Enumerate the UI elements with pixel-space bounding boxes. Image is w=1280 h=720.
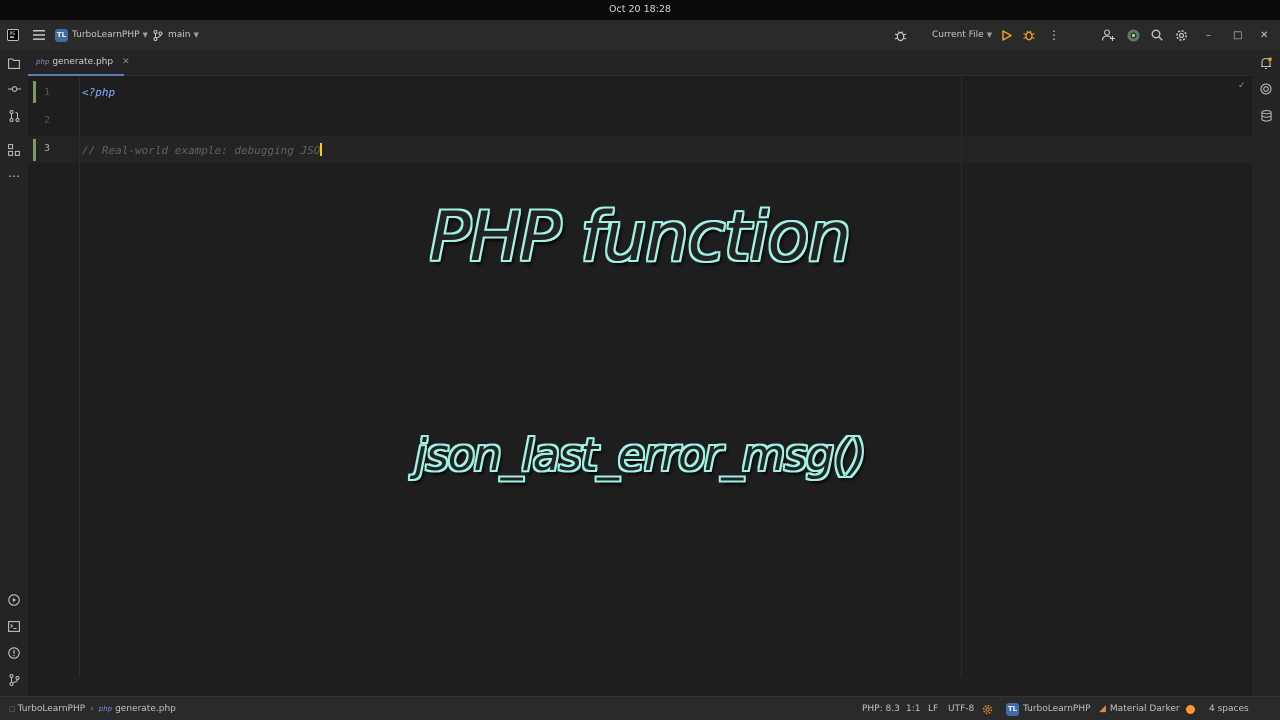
project-name: TurboLearnPHP xyxy=(1023,704,1091,714)
right-tool-strip xyxy=(1252,50,1280,696)
structure-icon[interactable] xyxy=(0,141,28,159)
chevron-down-icon: ▼ xyxy=(193,31,199,39)
orange-status-icon xyxy=(1186,704,1195,714)
status-bar: ▢ TurboLearnPHP › php generate.php PHP: … xyxy=(0,696,1280,720)
folder-icon[interactable] xyxy=(0,54,28,72)
run-config-label: Current File xyxy=(932,30,984,40)
notifications-icon[interactable] xyxy=(1252,54,1280,72)
chevron-right-icon: › xyxy=(90,704,94,714)
indent-setting[interactable]: 4 spaces xyxy=(1209,697,1249,720)
code-editor[interactable]: 1 2 3 <?php // Real-world example: debug… xyxy=(28,77,1252,696)
line-number: 3 xyxy=(43,143,50,154)
line-number: 2 xyxy=(43,115,50,126)
php-file-icon: php xyxy=(36,58,50,66)
project-badge: TL xyxy=(1006,702,1019,716)
php-file-icon: php xyxy=(98,705,113,713)
project-switcher[interactable]: TL TurboLearnPHP ▼ xyxy=(55,20,148,50)
ai-assistant-icon[interactable] xyxy=(1252,80,1280,98)
branch-switcher[interactable]: main ▼ xyxy=(153,20,199,50)
search-icon[interactable] xyxy=(1151,20,1163,50)
line-separator[interactable]: LF xyxy=(928,697,938,720)
problems-icon[interactable] xyxy=(0,644,28,662)
database-icon[interactable] xyxy=(1252,107,1280,125)
text-caret xyxy=(320,143,323,156)
pull-requests-icon[interactable] xyxy=(0,107,28,125)
left-tool-strip: ⋯ xyxy=(0,50,28,696)
branch-name: main xyxy=(168,30,191,40)
branch-icon xyxy=(153,29,163,41)
more-tools-icon[interactable]: ⋯ xyxy=(0,167,28,185)
code-line-comment[interactable]: // Real-world example: debugging JSO xyxy=(82,143,323,157)
minimize-button[interactable]: – xyxy=(1206,20,1211,50)
project-badge: TL xyxy=(55,28,68,42)
project-indicator[interactable]: TL TurboLearnPHP xyxy=(1006,697,1091,720)
chevron-down-icon: ▼ xyxy=(986,31,993,39)
breadcrumb: ▢ TurboLearnPHP › php generate.php xyxy=(9,697,176,720)
material-theme-icon: ◢ xyxy=(1099,704,1106,714)
close-window-button[interactable]: ✕ xyxy=(1260,20,1268,50)
system-clock: Oct 20 18:28 xyxy=(609,4,671,15)
services-icon[interactable] xyxy=(0,591,28,609)
code-style-gear-icon[interactable] xyxy=(982,697,993,720)
theme-name: Material Darker xyxy=(1109,704,1180,714)
project-name: TurboLearnPHP xyxy=(72,30,140,40)
add-user-icon[interactable] xyxy=(1102,20,1115,50)
main-menu-icon[interactable] xyxy=(33,20,45,50)
chevron-down-icon: ▼ xyxy=(142,31,148,39)
overlay-function-name: json_last_error_msg() xyxy=(414,430,867,481)
breadcrumb-file[interactable]: generate.php xyxy=(115,704,176,714)
right-margin-guide xyxy=(961,77,962,677)
terminal-icon[interactable] xyxy=(0,617,28,635)
ide-title-bar: PS TL TurboLearnPHP ▼ main ▼ Current Fil… xyxy=(0,20,1280,50)
app-logo-icon[interactable]: PS xyxy=(7,20,19,50)
svg-text:PS: PS xyxy=(10,31,16,37)
theme-indicator[interactable]: ◢ Material Darker xyxy=(1099,697,1180,720)
editor-tab-bar: php generate.php ✕ xyxy=(28,50,1252,76)
debug-button[interactable] xyxy=(1023,20,1035,50)
tab-generate-php[interactable]: php generate.php ✕ xyxy=(28,50,130,76)
run-config-selector[interactable]: Current File ▼ xyxy=(932,20,992,50)
php-version[interactable]: PHP: 8.3 xyxy=(862,697,900,720)
status-dot[interactable] xyxy=(1186,697,1195,720)
close-tab-icon[interactable]: ✕ xyxy=(122,57,130,67)
maximize-button[interactable]: □ xyxy=(1233,20,1242,50)
more-actions-icon[interactable]: ⋮ xyxy=(1048,20,1060,50)
comment-text: // Real-world example: debugging JSO xyxy=(82,144,321,157)
commit-icon[interactable] xyxy=(0,80,28,98)
overlay-title: PHP function xyxy=(429,198,852,277)
run-button[interactable] xyxy=(1001,20,1012,50)
system-top-bar: Oct 20 18:28 xyxy=(0,0,1280,20)
debug-bug-icon[interactable] xyxy=(894,20,907,50)
settings-gear-icon[interactable] xyxy=(1175,20,1188,50)
cursor-position[interactable]: 1:1 xyxy=(906,697,920,720)
tab-label: generate.php xyxy=(52,57,114,67)
code-line-php-open[interactable]: <?php xyxy=(82,86,115,99)
file-encoding[interactable]: UTF-8 xyxy=(948,697,974,720)
git-icon[interactable] xyxy=(0,671,28,689)
module-icon: ▢ xyxy=(9,705,16,713)
line-gutter: 1 2 3 xyxy=(28,77,80,677)
line-number: 1 xyxy=(43,87,50,98)
inspection-ok-icon[interactable]: ✓ xyxy=(1238,81,1246,91)
breadcrumb-project[interactable]: TurboLearnPHP xyxy=(18,704,86,714)
code-with-me-icon[interactable] xyxy=(1127,20,1140,50)
